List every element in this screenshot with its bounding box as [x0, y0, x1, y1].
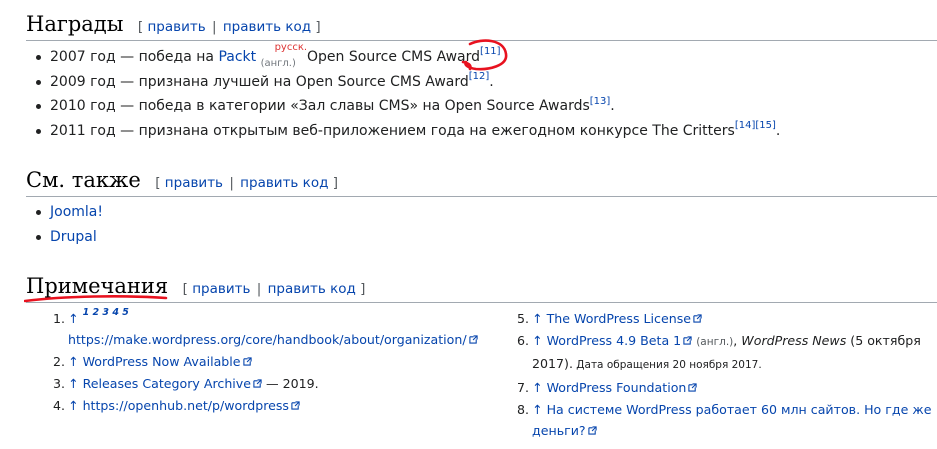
external-link-icon	[291, 401, 300, 410]
backref-arrow[interactable]: ↑	[68, 354, 79, 369]
external-link-icon	[468, 335, 478, 344]
section-title: Примечания	[26, 274, 169, 298]
external-link-icon	[683, 336, 692, 345]
language-annotation: русск. (англ.)	[261, 42, 307, 69]
reference-link[interactable]: The WordPress License	[547, 311, 691, 326]
backref-arrow[interactable]: ↑	[532, 333, 543, 348]
section-title: Награды	[26, 12, 124, 36]
backref-arrow[interactable]: ↑	[68, 311, 79, 326]
edit-section-links: [ править | править код ]	[137, 19, 321, 35]
reference-item: 6. ↑ WordPress 4.9 Beta 1 (англ.), WordP…	[517, 333, 921, 371]
bullet	[36, 79, 41, 85]
reference-item: 1. ↑ 1 2 3 4 5 https://make.wordpress.or…	[53, 308, 483, 350]
reference-link[interactable]: https://openhub.net/p/wordpress	[83, 398, 289, 413]
edit-section-link[interactable]: править	[147, 19, 205, 35]
backref-arrow[interactable]: ↑	[68, 376, 79, 391]
reference-link-continued[interactable]: деньги?	[532, 423, 586, 438]
section-title: См. также	[26, 168, 141, 192]
section-heading-awards: Награды [ править | править код ]	[26, 11, 937, 41]
bullet	[36, 234, 41, 240]
edit-source-link[interactable]: править код	[223, 19, 311, 35]
bullet	[36, 104, 41, 110]
section-heading-see-also: См. также [ править | править код ]	[26, 167, 937, 197]
reference-item: 7. ↑ WordPress Foundation	[517, 377, 932, 398]
reference-link[interactable]: Releases Category Archive	[83, 376, 251, 391]
reference-link[interactable]: WordPress Now Available	[83, 354, 241, 369]
footnote-ref[interactable]: [11]	[480, 46, 501, 57]
section-heading-notes: Примечания [ править | править код ]	[26, 273, 937, 303]
backref-arrow[interactable]: ↑	[532, 311, 543, 326]
list-item: 2009 год — признана лучшей на Open Sourc…	[34, 70, 780, 95]
edit-section-links: [ править | править код ]	[155, 175, 339, 191]
edit-section-link[interactable]: править	[165, 175, 223, 191]
bullet	[36, 210, 41, 215]
references-left-column: 1. ↑ 1 2 3 4 5 https://make.wordpress.or…	[53, 308, 483, 416]
footnote-ref[interactable]: [14]	[735, 120, 756, 131]
footnote-ref[interactable]: [13]	[590, 96, 611, 107]
edit-section-links: [ править | править код ]	[182, 281, 366, 297]
reference-item: 8. ↑ На системе WordPress работает 60 мл…	[517, 402, 932, 438]
bullet	[36, 55, 41, 60]
see-also-list: Joomla! Drupal	[34, 200, 103, 249]
backref-arrow[interactable]: ↑	[68, 398, 79, 413]
external-link-icon	[242, 357, 252, 366]
list-item: 2007 год — победа на Packt русск. (англ.…	[34, 42, 780, 70]
backref-arrow[interactable]: ↑	[532, 402, 543, 417]
external-link-icon	[693, 314, 702, 323]
external-link-icon	[587, 426, 597, 435]
reference-item: 5. ↑ The WordPress License	[517, 308, 932, 329]
references-right-column: 5. ↑ The WordPress License 6. ↑ WordPres…	[517, 308, 932, 441]
list-item: 2011 год — признана открытым веб-приложе…	[34, 119, 780, 144]
reference-item: 2. ↑ WordPress Now Available	[53, 351, 483, 372]
list-item: Drupal	[34, 225, 103, 250]
backref-links[interactable]: 1 2 3 4 5	[83, 307, 129, 318]
list-item: Joomla!	[34, 200, 103, 225]
external-link-icon	[253, 379, 262, 388]
reference-link[interactable]: WordPress Foundation	[547, 380, 687, 395]
reference-link[interactable]: WordPress 4.9 Beta 1	[547, 333, 682, 348]
drupal-link[interactable]: Drupal	[50, 229, 97, 245]
backref-arrow[interactable]: ↑	[532, 380, 543, 395]
reference-item: 4. ↑ https://openhub.net/p/wordpress	[53, 395, 483, 416]
external-link-icon	[688, 383, 698, 392]
reference-item: 3. ↑ Releases Category Archive — 2019.	[53, 376, 319, 391]
edit-source-link[interactable]: править код	[240, 175, 328, 191]
bullet	[36, 128, 41, 134]
list-item: 2010 год — победа в категории «Зал славы…	[34, 94, 780, 119]
footnote-ref[interactable]: [12]	[469, 71, 490, 82]
packt-link[interactable]: Packt	[218, 49, 256, 65]
footnote-ref[interactable]: [15]	[755, 120, 776, 131]
joomla-link[interactable]: Joomla!	[50, 204, 103, 220]
awards-list: 2007 год — победа на Packt русск. (англ.…	[34, 42, 780, 144]
reference-link[interactable]: https://make.wordpress.org/core/handbook…	[68, 332, 467, 347]
reference-link[interactable]: На системе WordPress работает 60 млн сай…	[547, 402, 932, 417]
edit-source-link[interactable]: править код	[268, 281, 356, 297]
edit-section-link[interactable]: править	[192, 281, 250, 297]
